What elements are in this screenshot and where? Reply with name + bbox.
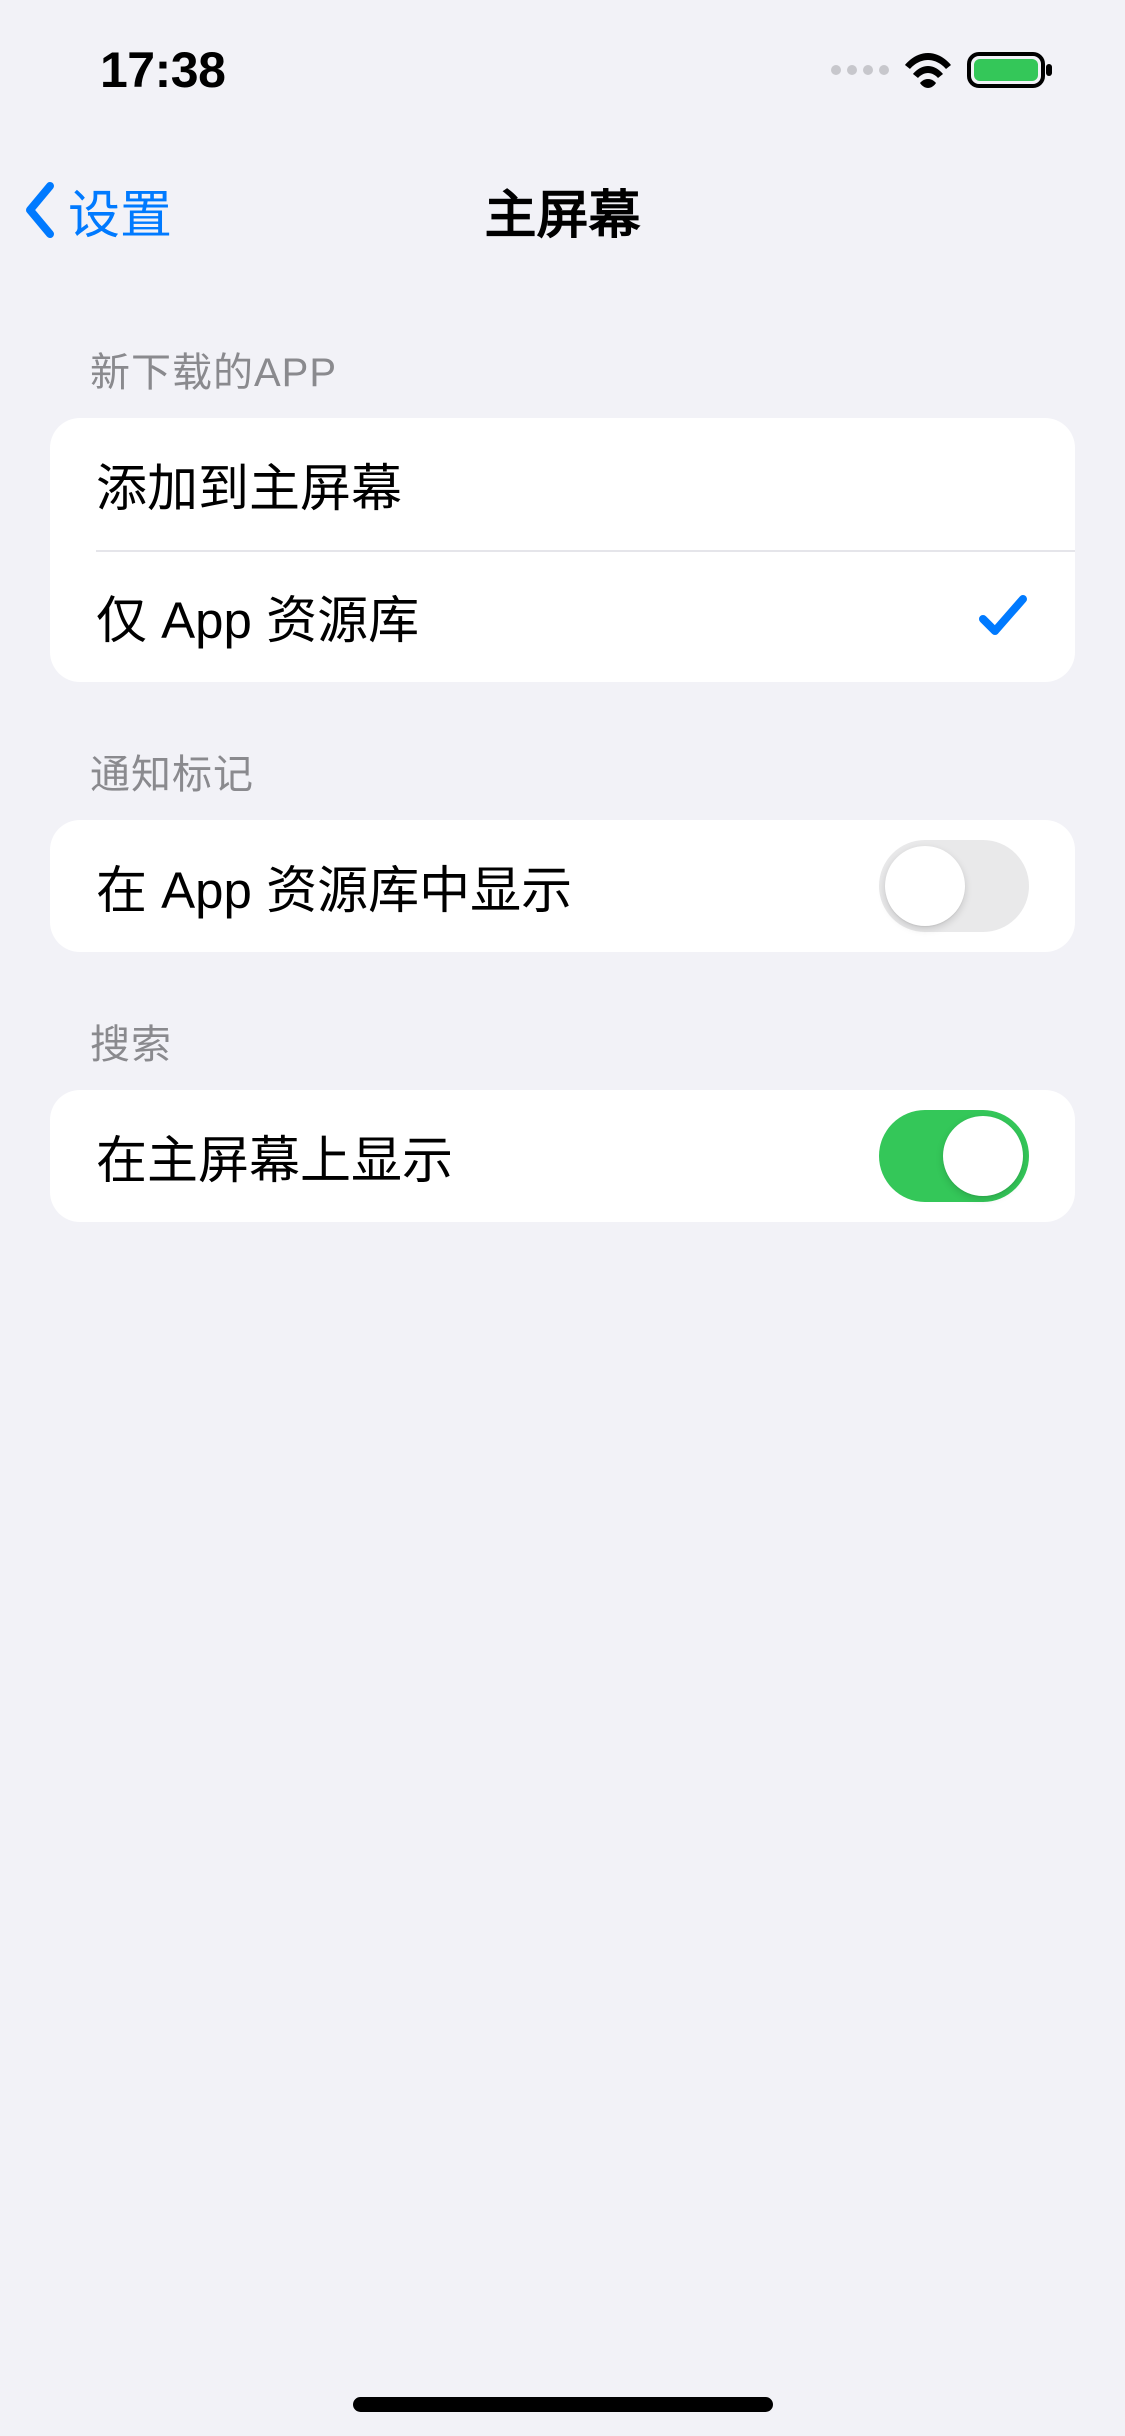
option-label: 添加到主屏幕 (96, 447, 402, 521)
nav-bar: 设置 主屏幕 (0, 140, 1125, 280)
back-button[interactable]: 设置 (20, 173, 172, 248)
switch-knob (943, 1116, 1023, 1196)
back-label: 设置 (68, 173, 172, 248)
option-app-library-only[interactable]: 仅 App 资源库 (50, 550, 1075, 682)
status-indicators (831, 50, 1055, 90)
row-label: 在 App 资源库中显示 (96, 849, 572, 923)
status-time: 17:38 (100, 41, 225, 99)
group-search: 在主屏幕上显示 (50, 1090, 1075, 1222)
checkmark-icon (977, 591, 1029, 641)
toggle-show-on-home[interactable] (879, 1110, 1029, 1202)
content: 新下载的APP 添加到主屏幕 仅 App 资源库 通知标记 在 App 资源库中… (0, 280, 1125, 1222)
cellular-dots-icon (831, 65, 889, 75)
option-label: 仅 App 资源库 (96, 579, 419, 653)
section-header-new-apps: 新下载的APP (50, 280, 1075, 418)
section-header-search: 搜索 (50, 952, 1075, 1090)
toggle-show-in-library[interactable] (879, 840, 1029, 932)
row-show-on-home: 在主屏幕上显示 (50, 1090, 1075, 1222)
switch-knob (885, 846, 965, 926)
group-badges: 在 App 资源库中显示 (50, 820, 1075, 952)
chevron-left-icon (20, 180, 60, 240)
group-new-apps: 添加到主屏幕 仅 App 资源库 (50, 418, 1075, 682)
option-add-to-home[interactable]: 添加到主屏幕 (50, 418, 1075, 550)
row-label: 在主屏幕上显示 (96, 1119, 453, 1193)
row-show-in-library: 在 App 资源库中显示 (50, 820, 1075, 952)
wifi-icon (903, 51, 953, 89)
battery-icon (967, 50, 1055, 90)
home-indicator[interactable] (353, 2397, 773, 2412)
section-header-badges: 通知标记 (50, 682, 1075, 820)
status-bar: 17:38 (0, 0, 1125, 140)
